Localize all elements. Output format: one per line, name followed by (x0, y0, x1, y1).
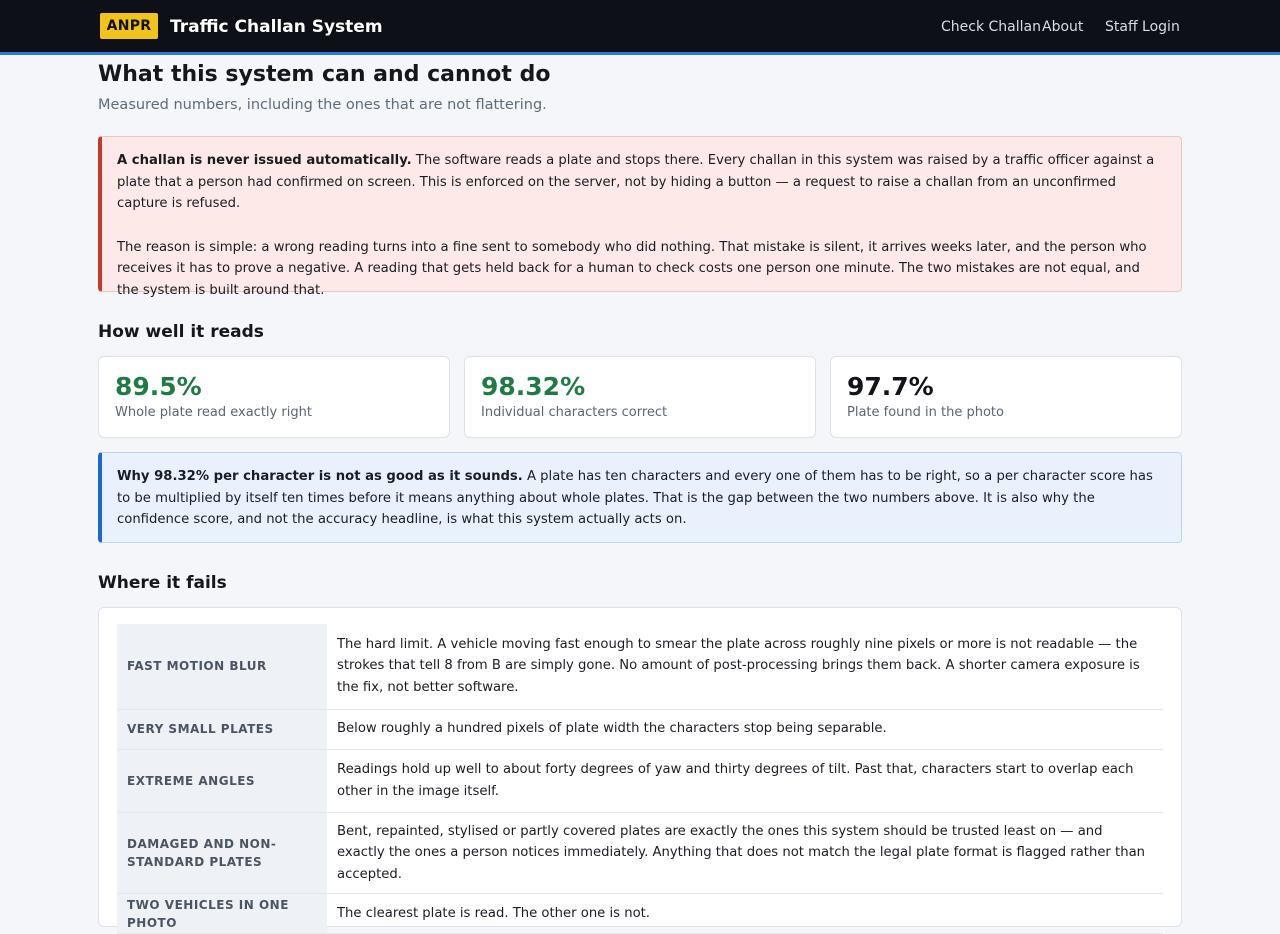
nav-link-about[interactable]: About (1042, 17, 1083, 37)
table-row: FAST MOTION BLUR The hard limit. A vehic… (117, 624, 1163, 710)
stat-label: Plate found in the photo (847, 405, 1004, 420)
failure-description: Below roughly a hundred pixels of plate … (327, 709, 1163, 750)
stat-label: Whole plate read exactly right (115, 405, 312, 420)
stat-value: 97.7% (847, 372, 934, 401)
failure-name: FAST MOTION BLUR (117, 624, 327, 710)
warning-lead: A challan is never issued automatically. (117, 153, 412, 168)
section-heading-fails: Where it fails (98, 573, 227, 593)
failure-modes-panel: FAST MOTION BLUR The hard limit. A vehic… (98, 607, 1182, 934)
table-row: VERY SMALL PLATES Below roughly a hundre… (117, 709, 1163, 750)
nav-link-staff-login[interactable]: Staff Login (1105, 17, 1180, 37)
note-paragraph: Why 98.32% per character is not as good … (117, 466, 1165, 531)
page-title: What this system can and cannot do (98, 62, 551, 87)
failure-modes-table: FAST MOTION BLUR The hard limit. A vehic… (117, 624, 1163, 934)
warning-reason: The reason is simple: a wrong reading tu… (117, 239, 1147, 298)
app-title[interactable]: Traffic Challan System (170, 16, 383, 38)
accuracy-explanation-note: Why 98.32% per character is not as good … (98, 452, 1182, 543)
stat-card-characters: 98.32% Individual characters correct (464, 356, 816, 438)
failure-description: The hard limit. A vehicle moving fast en… (327, 624, 1163, 710)
top-navbar: ANPR Traffic Challan System Check Challa… (0, 0, 1280, 55)
page-subtitle: Measured numbers, including the ones tha… (98, 97, 547, 113)
section-heading-reads: How well it reads (98, 322, 264, 342)
stat-value: 98.32% (481, 372, 586, 401)
nav-link-check-challan[interactable]: Check Challan (941, 17, 1041, 37)
note-lead: Why 98.32% per character is not as good … (117, 469, 523, 484)
table-row: EXTREME ANGLES Readings hold up well to … (117, 749, 1163, 813)
manual-challan-warning: A challan is never issued automatically.… (98, 136, 1182, 298)
failure-name: VERY SMALL PLATES (117, 709, 327, 750)
failure-description: Readings hold up well to about forty deg… (327, 749, 1163, 813)
stat-card-plate-found: 97.7% Plate found in the photo (830, 356, 1182, 438)
stat-card-whole-plate: 89.5% Whole plate read exactly right (98, 356, 450, 438)
warning-paragraph: A challan is never issued automatically.… (117, 150, 1165, 215)
stat-label: Individual characters correct (481, 405, 668, 420)
failure-name: EXTREME ANGLES (117, 749, 327, 813)
failure-name: DAMAGED AND NON-STANDARD PLATES (117, 812, 327, 895)
anpr-logo-badge[interactable]: ANPR (100, 13, 158, 39)
table-row: DAMAGED AND NON-STANDARD PLATES Bent, re… (117, 812, 1163, 895)
stat-value: 89.5% (115, 372, 202, 401)
failure-description: Bent, repainted, stylised or partly cove… (327, 812, 1163, 895)
